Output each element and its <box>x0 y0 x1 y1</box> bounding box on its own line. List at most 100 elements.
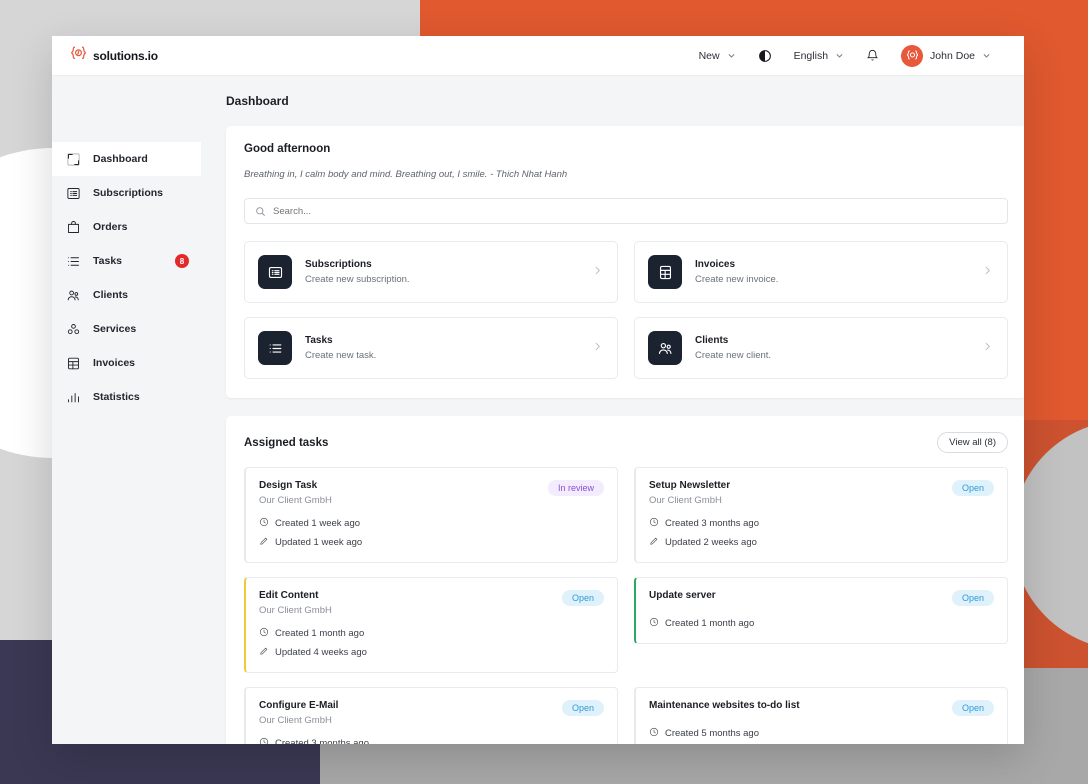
greeting-heading: Good afternoon <box>244 143 1008 155</box>
task-title: Configure E-Mail <box>259 700 338 711</box>
task-client: Our Client GmbH <box>259 495 332 506</box>
task-created-text: Created 1 week ago <box>275 518 360 529</box>
clock-icon <box>259 737 269 744</box>
sidebar-item-label: Statistics <box>93 391 140 403</box>
task-created-meta: Created 1 week ago <box>259 517 604 530</box>
status-badge: Open <box>562 590 604 606</box>
quick-action-tiles: Subscriptions Create new subscription. I… <box>244 241 1008 379</box>
app-body: Dashboard Subscriptions Orders Tasks 8 C… <box>52 76 1024 744</box>
task-client: Our Client GmbH <box>259 605 332 616</box>
subscriptions-list-icon <box>66 186 81 201</box>
assigned-tasks-heading: Assigned tasks <box>244 437 328 449</box>
task-created-meta: Created 5 months ago <box>649 727 994 740</box>
chevron-down-icon <box>835 51 844 60</box>
task-created-text: Created 1 month ago <box>665 618 754 629</box>
main-content: Dashboard Good afternoon Breathing in, I… <box>201 76 1024 744</box>
invoice-table-icon <box>648 255 682 289</box>
task-updated-text: Updated 2 weeks ago <box>665 537 757 548</box>
sidebar-item-label: Clients <box>93 289 128 301</box>
people-icon <box>648 331 682 365</box>
task-updated-meta: Updated 2 weeks ago <box>649 536 994 549</box>
bar-chart-icon <box>66 390 81 405</box>
pencil-icon <box>259 646 269 659</box>
quick-action-subtitle: Create new subscription. <box>305 274 410 285</box>
chevron-down-icon <box>982 51 991 60</box>
task-updated-text: Updated 4 weeks ago <box>275 647 367 658</box>
sidebar-item-clients[interactable]: Clients <box>52 278 201 312</box>
theme-toggle-button[interactable] <box>747 42 783 70</box>
brand-name: solutions.io <box>93 49 158 63</box>
language-menu-button[interactable]: English <box>783 42 855 70</box>
chevron-right-icon <box>592 263 603 281</box>
sidebar-item-services[interactable]: Services <box>52 312 201 346</box>
quick-action-invoices[interactable]: Invoices Create new invoice. <box>634 241 1008 303</box>
sidebar-item-orders[interactable]: Orders <box>52 210 201 244</box>
task-card[interactable]: Update server Open Created 1 month ago <box>634 577 1008 644</box>
quick-action-title: Subscriptions <box>305 259 410 270</box>
quick-action-title: Invoices <box>695 259 778 270</box>
task-card[interactable]: Maintenance websites to-do list Open Cre… <box>634 687 1008 744</box>
quick-action-clients[interactable]: Clients Create new client. <box>634 317 1008 379</box>
assigned-tasks-panel: Assigned tasks View all (8) Design Task … <box>226 416 1024 744</box>
task-title: Edit Content <box>259 590 332 601</box>
dashboard-icon <box>66 152 81 167</box>
task-title: Design Task <box>259 480 332 491</box>
pencil-icon <box>649 536 659 549</box>
status-badge: Open <box>952 590 994 606</box>
invoice-table-icon <box>66 356 81 371</box>
search-box[interactable] <box>244 198 1008 224</box>
chevron-right-icon <box>982 263 993 281</box>
checklist-icon <box>258 331 292 365</box>
user-menu-button[interactable]: John Doe <box>890 42 1002 70</box>
task-card[interactable]: Setup Newsletter Our Client GmbH Open Cr… <box>634 467 1008 563</box>
quick-action-tasks[interactable]: Tasks Create new task. <box>244 317 618 379</box>
status-badge: Open <box>952 480 994 496</box>
services-nodes-icon <box>66 322 81 337</box>
chevron-right-icon <box>982 339 993 357</box>
sidebar-item-subscriptions[interactable]: Subscriptions <box>52 176 201 210</box>
sidebar-item-label: Subscriptions <box>93 187 163 199</box>
user-name: John Doe <box>930 50 975 62</box>
task-created-text: Created 3 months ago <box>665 518 759 529</box>
notifications-button[interactable] <box>855 42 890 70</box>
new-menu-button[interactable]: New <box>688 42 747 70</box>
chevron-right-icon <box>592 339 603 357</box>
task-card[interactable]: Design Task Our Client GmbH In review Cr… <box>244 467 618 563</box>
assigned-tasks-grid: Design Task Our Client GmbH In review Cr… <box>226 453 1024 744</box>
sidebar-item-label: Dashboard <box>93 153 148 165</box>
task-card[interactable]: Edit Content Our Client GmbH Open Create… <box>244 577 618 673</box>
search-input[interactable] <box>273 206 997 217</box>
quick-action-subtitle: Create new client. <box>695 350 771 361</box>
task-title: Maintenance websites to-do list <box>649 700 800 711</box>
contrast-half-circle-icon <box>758 49 772 63</box>
task-updated-text: Updated 1 week ago <box>275 537 362 548</box>
sidebar-item-invoices[interactable]: Invoices <box>52 346 201 380</box>
chevron-down-icon <box>727 51 736 60</box>
quick-action-subtitle: Create new invoice. <box>695 274 778 285</box>
task-created-text: Created 1 month ago <box>275 628 364 639</box>
quick-action-subscriptions[interactable]: Subscriptions Create new subscription. <box>244 241 618 303</box>
search-icon <box>255 206 266 217</box>
status-badge: Open <box>562 700 604 716</box>
app-window: solutions.io New English <box>52 36 1024 744</box>
task-created-meta: Created 3 months ago <box>649 517 994 530</box>
task-title: Update server <box>649 590 716 601</box>
sidebar-item-label: Invoices <box>93 357 135 369</box>
sidebar-item-label: Tasks <box>93 255 122 267</box>
clock-icon <box>259 627 269 640</box>
brand-logo[interactable]: solutions.io <box>70 45 158 67</box>
sidebar-item-statistics[interactable]: Statistics <box>52 380 201 414</box>
clock-icon <box>649 617 659 630</box>
sidebar-item-tasks[interactable]: Tasks 8 <box>52 244 201 278</box>
task-title: Setup Newsletter <box>649 480 730 491</box>
sidebar-item-dashboard[interactable]: Dashboard <box>52 142 201 176</box>
quick-action-title: Clients <box>695 335 771 346</box>
view-all-tasks-button[interactable]: View all (8) <box>937 432 1008 453</box>
people-icon <box>66 288 81 303</box>
sidebar-badge-tasks: 8 <box>175 254 189 268</box>
quick-action-title: Tasks <box>305 335 376 346</box>
language-label: English <box>794 50 828 62</box>
task-card[interactable]: Configure E-Mail Our Client GmbH Open Cr… <box>244 687 618 744</box>
quick-action-subtitle: Create new task. <box>305 350 376 361</box>
task-created-text: Created 5 months ago <box>665 728 759 739</box>
